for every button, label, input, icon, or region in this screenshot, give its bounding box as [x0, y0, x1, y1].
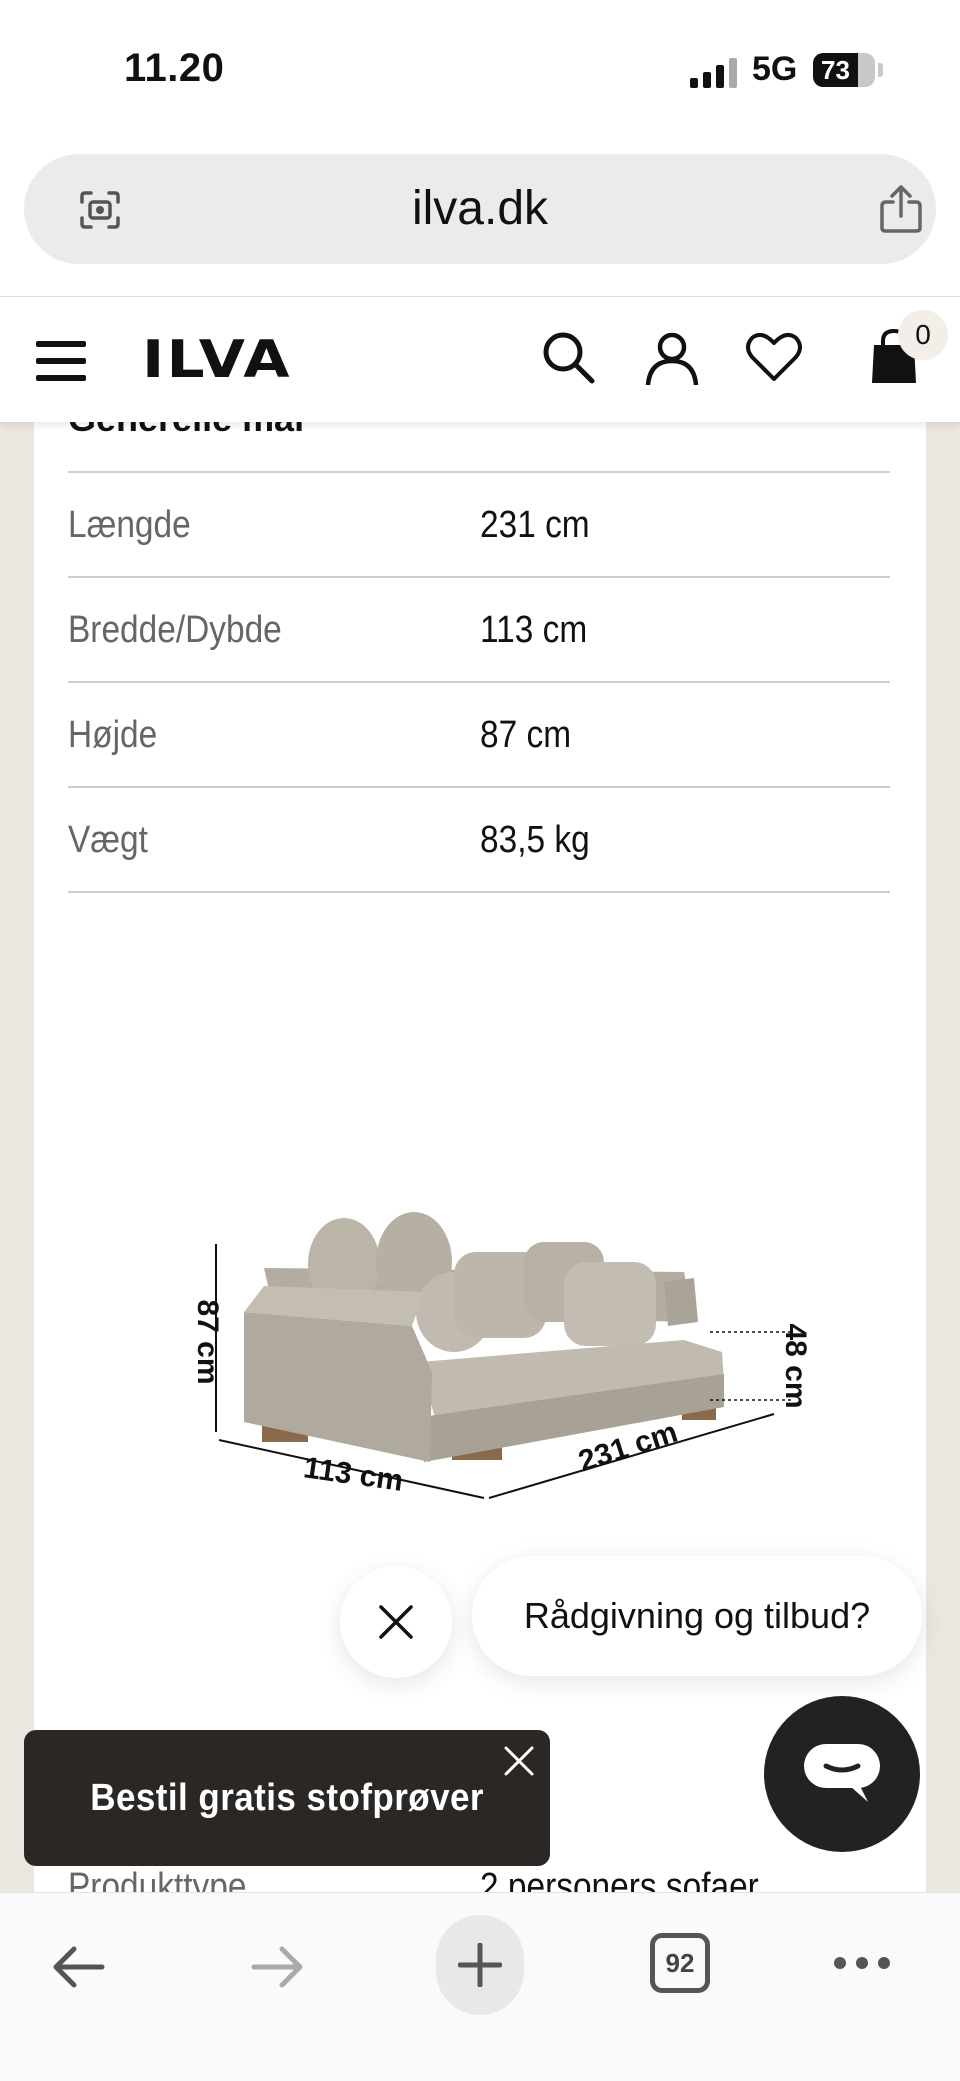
address-bar[interactable]: ilva.dk	[24, 154, 936, 264]
browser-toolbar: 92	[0, 1892, 960, 2081]
network-label: 5G	[752, 50, 798, 88]
dimension-height-label: 87 cm	[191, 1299, 224, 1384]
status-bar: 11.20 5G 73	[0, 0, 960, 140]
plus-icon	[458, 1943, 502, 1987]
spec-label: Højde	[68, 714, 158, 756]
account-icon[interactable]	[642, 327, 702, 387]
status-time: 11.20	[124, 46, 225, 90]
site-header: ILVA	[0, 296, 960, 422]
back-arrow-icon[interactable]	[48, 1937, 108, 1997]
heart-icon[interactable]	[744, 327, 804, 387]
battery-cap	[878, 63, 883, 77]
spec-value: 113 cm	[480, 609, 588, 651]
new-tab-button[interactable]	[436, 1915, 524, 2015]
dimension-depth-label: 113 cm	[301, 1451, 405, 1498]
signal-icon	[690, 56, 738, 88]
more-options-icon[interactable]	[834, 1953, 894, 1973]
spec-value: 231 cm	[480, 504, 590, 546]
sofa-dimension-image: 87 cm 113 cm 231 cm 48 cm	[191, 1212, 812, 1499]
cart-count-badge[interactable]: 0	[898, 310, 948, 360]
site-logo[interactable]: ILVA	[142, 325, 292, 395]
spec-table: Længde 231 cm Bredde/Dybde 113 cm Højde …	[68, 471, 890, 893]
search-icon[interactable]	[538, 327, 598, 387]
url-text[interactable]: ilva.dk	[24, 154, 936, 264]
toast-text[interactable]: Bestil gratis stofprøver	[24, 1730, 508, 1866]
spec-label: Vægt	[68, 819, 148, 861]
spec-row: Produkttype 2 personers sofaer	[68, 1866, 890, 1892]
tabs-count-button[interactable]: 92	[650, 1933, 710, 1993]
spec-value: 2 personers sofaer	[480, 1866, 759, 1892]
section-title: Generelle mål	[68, 422, 304, 440]
dimension-seat-label: 48 cm	[779, 1323, 812, 1408]
spec-row: Bredde/Dybde 113 cm	[68, 578, 890, 683]
spec-value: 83,5 kg	[480, 819, 590, 861]
spec-label: Bredde/Dybde	[68, 609, 282, 651]
sofa-pillow	[564, 1262, 656, 1346]
fabric-samples-toast[interactable]: Bestil gratis stofprøver	[24, 1730, 550, 1866]
chat-button[interactable]	[764, 1696, 920, 1852]
close-icon[interactable]	[502, 1744, 536, 1778]
menu-icon[interactable]	[36, 341, 86, 381]
forward-arrow-icon[interactable]	[248, 1937, 308, 1997]
spec-row: Højde 87 cm	[68, 683, 890, 788]
spec-label: Længde	[68, 504, 191, 546]
chat-prompt-bubble[interactable]: Rådgivning og tilbud?	[472, 1556, 922, 1676]
chat-prompt-close-button[interactable]	[340, 1566, 452, 1678]
chat-icon	[804, 1744, 880, 1802]
spec-label: Produkttype	[68, 1866, 247, 1892]
battery-icon: 73	[813, 53, 875, 87]
spec-row: Vægt 83,5 kg	[68, 788, 890, 893]
spec-row: Længde 231 cm	[68, 473, 890, 578]
spec-value: 87 cm	[480, 714, 572, 756]
close-icon	[379, 1605, 413, 1639]
battery-level: 73	[821, 55, 850, 85]
share-icon[interactable]	[878, 184, 924, 234]
